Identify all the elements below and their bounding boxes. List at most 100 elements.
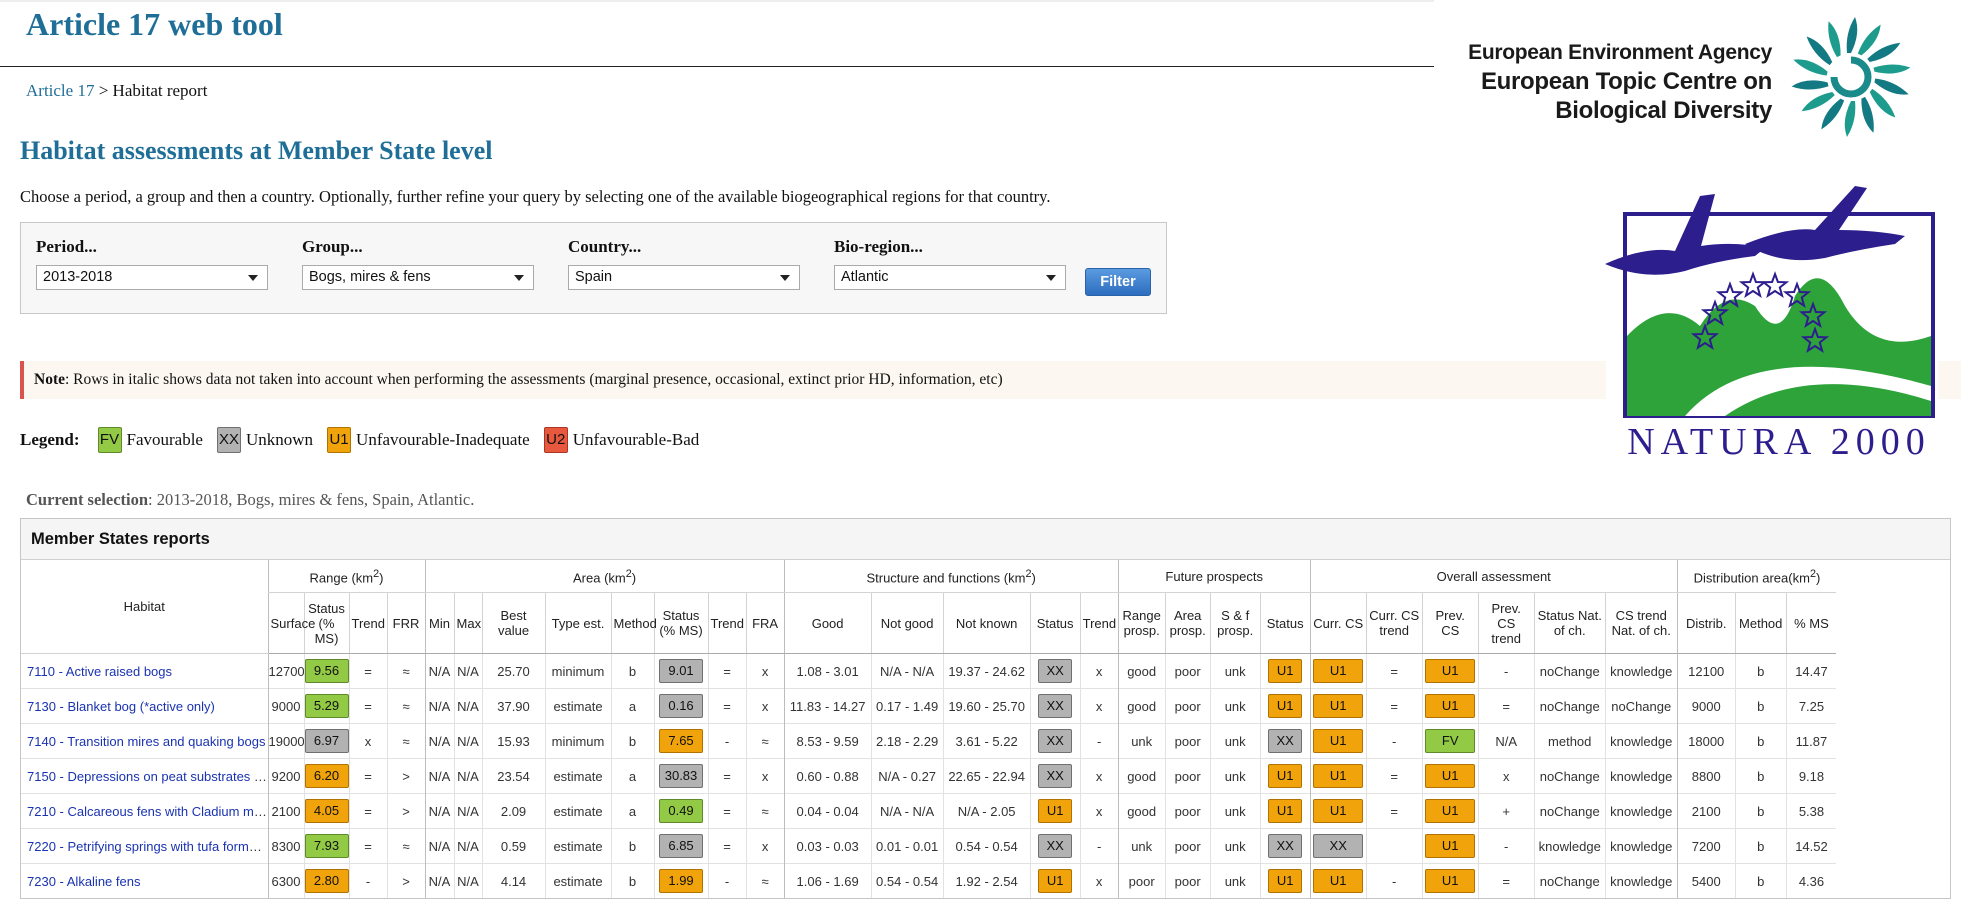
habitat-cell: 7150 - Depressions on peat substrates of… — [21, 758, 268, 794]
col-sf-0: Good — [783, 592, 872, 654]
status-cell: U1 — [1421, 828, 1479, 864]
cell-dist-ms: 14.47 — [1785, 653, 1837, 689]
cell-dist-distrib: 18000 — [1676, 723, 1736, 759]
cell-area-trend: - — [707, 863, 747, 898]
cell-range-surface: 19000 — [267, 723, 304, 759]
status-badge: U1 — [1425, 694, 1476, 718]
habitat-link[interactable]: 7130 - Blanket bog (*active only) — [27, 699, 215, 714]
cell-sf-notgood: 0.01 - 0.01 — [870, 828, 944, 864]
status-badge: 7.65 — [659, 729, 704, 753]
habitat-link[interactable]: 7230 - Alkaline fens — [27, 874, 140, 889]
legend-label: Unfavourable-Bad — [572, 430, 700, 449]
habitat-link[interactable]: 7220 - Petrifying springs with tufa form… — [27, 839, 268, 854]
cell-fp-range: poor — [1117, 863, 1166, 898]
cell-overall-prev_trend: + — [1477, 793, 1535, 829]
legend-item-fv: FV Favourable — [97, 427, 203, 453]
cell-fp-range: good — [1117, 758, 1166, 794]
group-overall-assessment: Overall assessment — [1309, 560, 1678, 593]
cell-range-frr: > — [386, 758, 426, 794]
cell-dist-distrib: 8800 — [1676, 758, 1736, 794]
table-row: 7210 - Calcareous fens with Cladium mari… — [21, 793, 1837, 829]
col-area-5: Status (% MS) — [653, 592, 709, 654]
habitat-link[interactable]: 7210 - Calcareous fens with Cladium mari… — [27, 804, 268, 819]
col-dist-1: Method — [1734, 592, 1787, 654]
cell-sf-notgood: N/A - 0.27 — [870, 758, 944, 794]
group-filter: Group... Bogs, mires & fens — [302, 237, 534, 290]
breadcrumb-separator: > — [98, 81, 109, 100]
reports-panel-title: Member States reports — [21, 519, 1950, 560]
cell-area-max: N/A — [453, 863, 483, 898]
cell-overall-curr_trend: = — [1365, 653, 1423, 689]
filter-button[interactable]: Filter — [1085, 268, 1151, 296]
cell-area-method: b — [610, 653, 655, 689]
col-fp-2: S & f prosp. — [1209, 592, 1261, 654]
cell-area-trend: = — [707, 828, 747, 864]
cell-area-method: a — [610, 793, 655, 829]
cell-area-best: 15.93 — [481, 723, 546, 759]
cell-area-trend: = — [707, 758, 747, 794]
status-cell: 9.01 — [653, 653, 709, 689]
cell-fp-range: good — [1117, 688, 1166, 724]
cell-sf-notgood: N/A - N/A — [870, 793, 944, 829]
cell-range-trend: - — [348, 863, 387, 898]
cell-dist-method: b — [1734, 758, 1787, 794]
cell-sf-notknown: 22.65 - 22.94 — [942, 758, 1031, 794]
status-badge: XX — [1038, 659, 1073, 683]
cell-area-fra: ≈ — [745, 723, 785, 759]
group-select[interactable]: Bogs, mires & fens — [302, 265, 534, 290]
cell-dist-distrib: 5400 — [1676, 863, 1736, 898]
status-badge: XX — [1313, 834, 1364, 858]
habitat-cell: 7140 - Transition mires and quaking bogs — [21, 723, 268, 759]
cell-fp-area: poor — [1164, 758, 1211, 794]
legend-item-u2: U2 Unfavourable-Bad — [543, 427, 700, 453]
bioregion-select[interactable]: Atlantic — [834, 265, 1066, 290]
cell-area-trend: = — [707, 793, 747, 829]
cell-area-type: estimate — [544, 828, 612, 864]
cell-overall-prev_trend: - — [1477, 828, 1535, 864]
status-badge: U1 — [1313, 799, 1364, 823]
cell-range-surface: 6300 — [267, 863, 304, 898]
cell-area-best: 23.54 — [481, 758, 546, 794]
group-area-suffix: ) — [631, 570, 637, 586]
cell-sf-notknown: 0.54 - 0.54 — [942, 828, 1031, 864]
habitat-link[interactable]: 7110 - Active raised bogs — [27, 664, 172, 679]
cell-area-best: 4.14 — [481, 863, 546, 898]
group-label: Group... — [302, 237, 363, 256]
eea-logo[interactable]: European Environment Agency European Top… — [1440, 10, 1920, 140]
breadcrumb: Article 17 > Habitat report — [26, 81, 207, 101]
cell-overall-trend_nat: knowledge — [1604, 828, 1678, 864]
habitat-link[interactable]: 7150 - Depressions on peat substrates of… — [27, 769, 268, 784]
status-cell: XX — [1029, 653, 1081, 689]
cell-sf-trend: x — [1079, 793, 1119, 829]
col-overall-5: CS trend Nat. of ch. — [1604, 592, 1678, 654]
cell-area-method: b — [610, 723, 655, 759]
eea-logo-text: European Environment Agency European Top… — [1450, 38, 1772, 125]
cell-area-min: N/A — [424, 688, 455, 724]
cell-fp-area: poor — [1164, 793, 1211, 829]
country-select[interactable]: Spain — [568, 265, 800, 290]
natura-2000-logo[interactable]: NATURA 2000 — [1605, 186, 1941, 460]
status-badge: XX — [1038, 694, 1073, 718]
cell-area-type: minimum — [544, 653, 612, 689]
col-overall-1: Curr. CS trend — [1365, 592, 1423, 654]
habitat-link[interactable]: 7140 - Transition mires and quaking bogs — [27, 734, 265, 749]
group-range: Range (km2) — [267, 560, 426, 593]
status-cell: 6.85 — [653, 828, 709, 864]
cell-sf-notknown: N/A - 2.05 — [942, 793, 1031, 829]
status-badge: 2.80 — [305, 869, 349, 893]
country-filter: Country... Spain — [568, 237, 800, 290]
period-select[interactable]: 2013-2018 — [36, 265, 268, 290]
status-cell: 6.97 — [303, 723, 349, 759]
table-row: 7130 - Blanket bog (*active only) 9000 5.2… — [21, 688, 1837, 724]
habitat-cell: 7220 - Petrifying springs with tufa form… — [21, 828, 268, 864]
cell-dist-ms: 9.18 — [1785, 758, 1837, 794]
table-row: 7220 - Petrifying springs with tufa form… — [21, 828, 1837, 864]
breadcrumb-link-article17[interactable]: Article 17 — [26, 81, 94, 100]
status-cell: XX — [1029, 758, 1081, 794]
status-cell: U1 — [1309, 758, 1367, 794]
current-selection-label: Current selection — [26, 490, 149, 509]
status-cell: XX — [1309, 828, 1367, 864]
status-badge: XX — [216, 427, 241, 453]
bioregion-label: Bio-region... — [834, 237, 923, 256]
cell-range-frr: ≈ — [386, 653, 426, 689]
